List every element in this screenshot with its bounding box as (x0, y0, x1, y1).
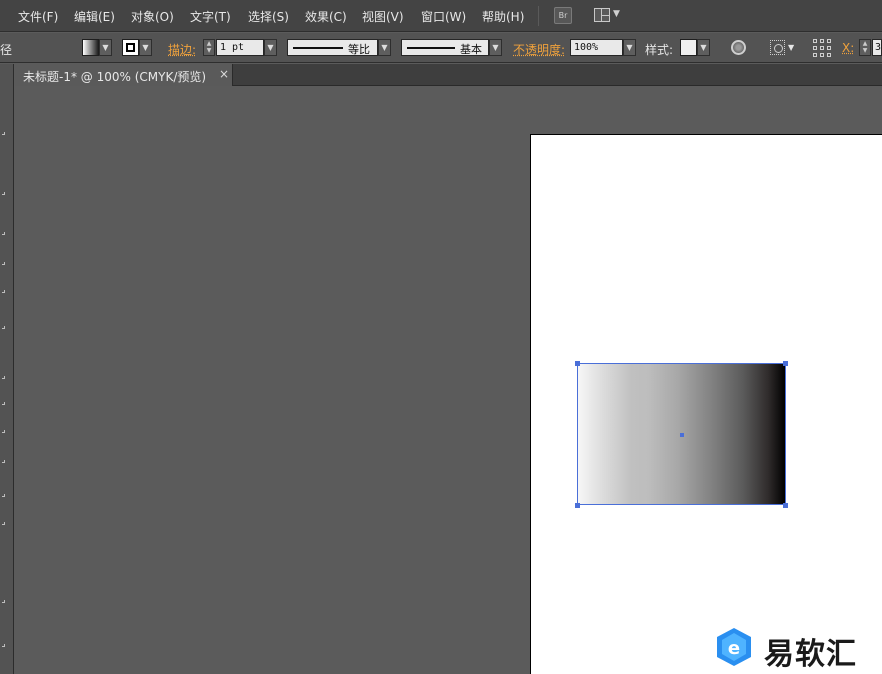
canvas-area[interactable] (15, 87, 882, 674)
stroke-swatch[interactable] (122, 39, 139, 56)
menu-view[interactable]: 视图(V) (362, 8, 404, 25)
tool-flyout-icon[interactable] (2, 232, 5, 235)
hexagon-logo-icon: e (717, 628, 751, 666)
style-label: 样式: (645, 43, 674, 57)
menu-edit[interactable]: 编辑(E) (74, 8, 115, 25)
graphic-style-swatch[interactable] (680, 39, 697, 56)
watermark-brand: 易软汇 (764, 637, 857, 672)
opacity-field[interactable]: 100% (570, 39, 623, 56)
close-icon[interactable]: × (219, 67, 229, 81)
control-bar: 径 ▼ ▼ 描边: ▲ ▼ 1 pt ▼ 等比 ▼ 基本 ▼ 不透明度: 100%… (0, 33, 882, 63)
menu-file[interactable]: 文件(F) (18, 8, 58, 25)
tools-panel (0, 64, 14, 674)
x-stepper[interactable]: ▲ ▼ (859, 39, 871, 56)
variable-width-profile[interactable]: 等比 (287, 39, 378, 56)
opacity-dropdown-icon[interactable]: ▼ (623, 39, 636, 56)
isolate-object-icon[interactable] (770, 40, 785, 55)
brush-dropdown-icon[interactable]: ▼ (489, 39, 502, 56)
control-path-label: 径 (0, 43, 13, 57)
tool-flyout-icon[interactable] (2, 376, 5, 379)
menu-effect[interactable]: 效果(C) (305, 8, 347, 25)
workspace-layout-icon[interactable] (594, 8, 610, 22)
fill-swatch[interactable] (82, 39, 99, 56)
selection-handle[interactable] (783, 361, 788, 366)
brush-label: 基本 (460, 43, 482, 56)
tool-flyout-icon[interactable] (2, 326, 5, 329)
menu-object[interactable]: 对象(O) (131, 8, 174, 25)
style-dropdown-icon[interactable]: ▼ (697, 39, 710, 56)
x-label[interactable]: X: (842, 41, 854, 55)
tool-flyout-icon[interactable] (2, 522, 5, 525)
chevron-down-icon[interactable]: ▼ (613, 9, 620, 19)
menu-help[interactable]: 帮助(H) (482, 8, 524, 25)
watermark-logo: e 易软汇 (716, 627, 876, 672)
tool-flyout-icon[interactable] (2, 600, 5, 603)
tool-flyout-icon[interactable] (2, 644, 5, 647)
selection-handle[interactable] (575, 503, 580, 508)
brush-definition[interactable]: 基本 (401, 39, 489, 56)
fill-dropdown-icon[interactable]: ▼ (99, 39, 112, 56)
menu-type[interactable]: 文字(T) (190, 8, 231, 25)
profile-dropdown-icon[interactable]: ▼ (378, 39, 391, 56)
opacity-label[interactable]: 不透明度: (513, 41, 565, 58)
tool-flyout-icon[interactable] (2, 460, 5, 463)
document-tab-title: 未标题-1* @ 100% (CMYK/预览) (23, 70, 207, 84)
stroke-weight-field[interactable]: 1 pt (216, 39, 264, 56)
stroke-square-icon (126, 43, 135, 52)
stroke-weight-stepper[interactable]: ▲ ▼ (203, 39, 215, 56)
selection-handle[interactable] (575, 361, 580, 366)
profile-line-icon (293, 47, 343, 49)
tool-flyout-icon[interactable] (2, 192, 5, 195)
svg-text:e: e (728, 638, 740, 659)
center-point (680, 433, 684, 437)
document-tab[interactable]: 未标题-1* @ 100% (CMYK/预览) × (15, 64, 233, 86)
stroke-weight-dropdown-icon[interactable]: ▼ (264, 39, 277, 56)
menu-select[interactable]: 选择(S) (248, 8, 289, 25)
document-tab-bar: 未标题-1* @ 100% (CMYK/预览) × (15, 64, 882, 86)
profile-label: 等比 (348, 43, 370, 56)
tool-flyout-icon[interactable] (2, 262, 5, 265)
tool-flyout-icon[interactable] (2, 430, 5, 433)
x-field[interactable]: 3 (872, 39, 882, 56)
tool-flyout-icon[interactable] (2, 494, 5, 497)
menu-separator (538, 6, 539, 26)
stroke-dropdown-icon[interactable]: ▼ (139, 39, 152, 56)
recolor-artwork-icon[interactable] (731, 40, 746, 55)
brush-line-icon (407, 47, 455, 49)
tool-flyout-icon[interactable] (2, 402, 5, 405)
stroke-label[interactable]: 描边: (168, 41, 196, 58)
menu-bar: 文件(F) 编辑(E) 对象(O) 文字(T) 选择(S) 效果(C) 视图(V… (0, 0, 882, 32)
selection-handle[interactable] (783, 503, 788, 508)
bridge-button[interactable]: Br (554, 7, 572, 24)
reference-point-icon[interactable] (813, 39, 831, 57)
tool-flyout-icon[interactable] (2, 290, 5, 293)
isolate-dropdown-icon[interactable]: ▼ (788, 43, 794, 52)
menu-window[interactable]: 窗口(W) (421, 8, 466, 25)
tool-flyout-icon[interactable] (2, 132, 5, 135)
